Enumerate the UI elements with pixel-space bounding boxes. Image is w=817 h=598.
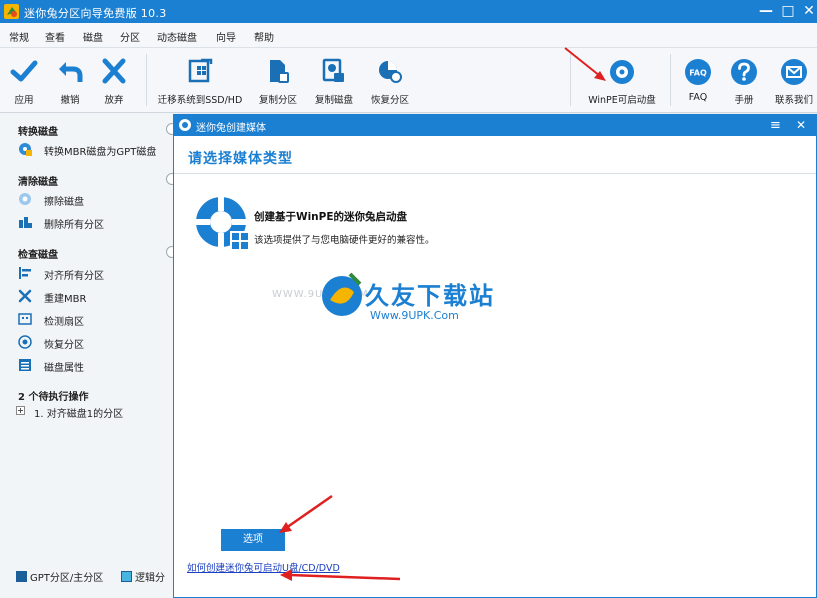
annotation-arrows (279, 47, 606, 581)
arrow-to-options (279, 494, 333, 533)
arrow-to-help-link (280, 569, 401, 581)
arrow-to-winpe (564, 47, 606, 81)
